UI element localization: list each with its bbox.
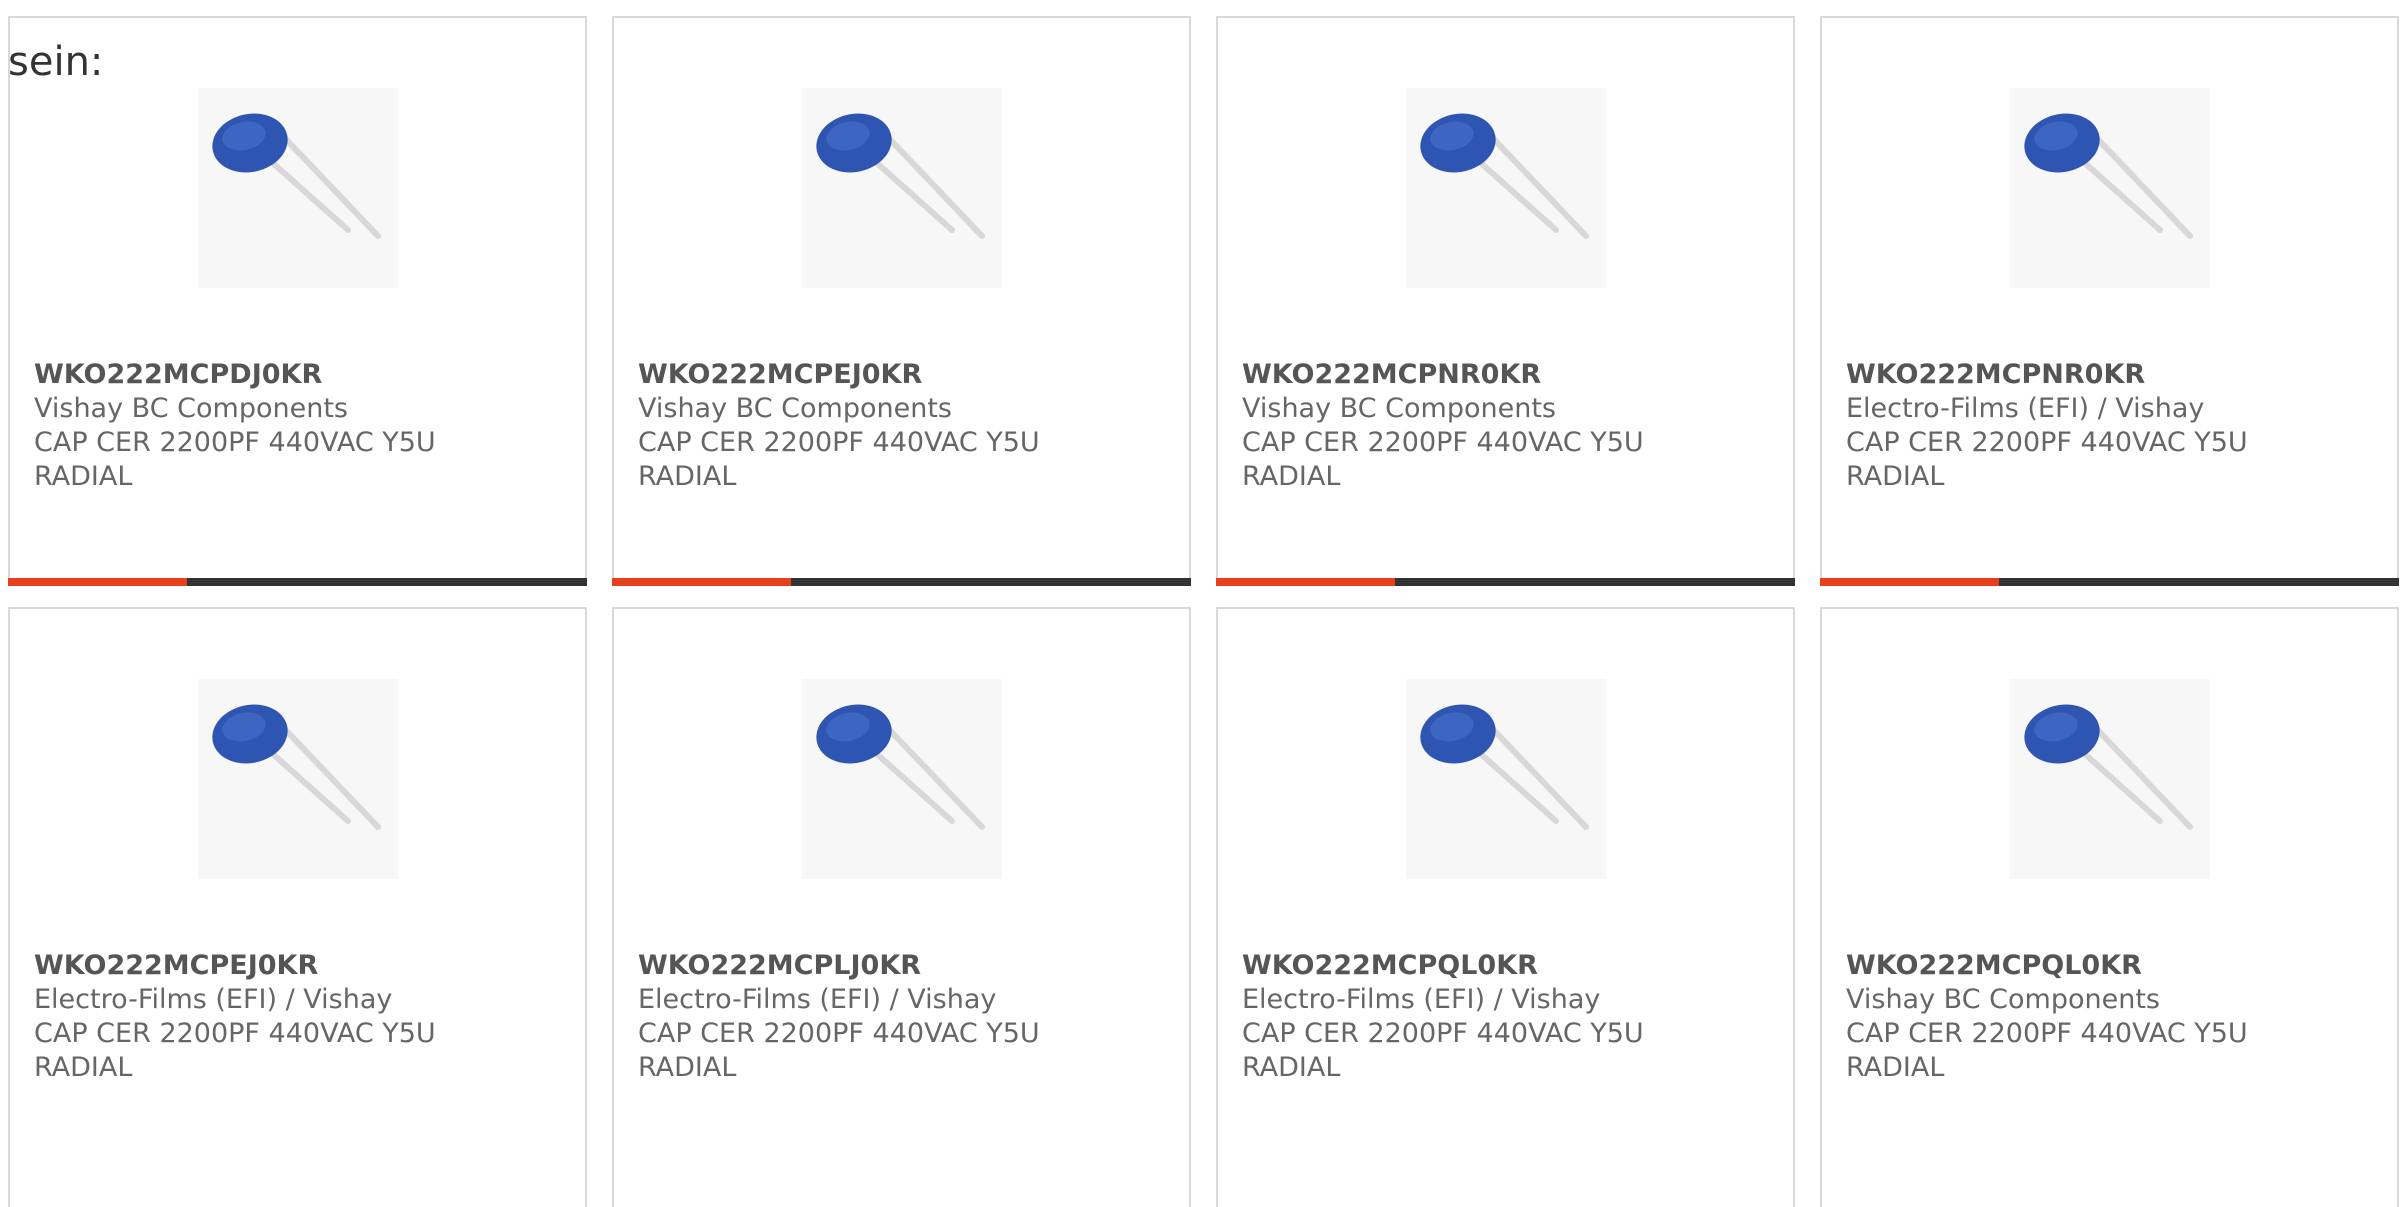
- manufacturer: Electro-Films (EFI) / Vishay: [638, 984, 997, 1015]
- product-image[interactable]: [1406, 679, 1606, 879]
- product-info: WKO222MCPEJ0KR Electro-Films (EFI) / Vis…: [34, 949, 565, 1085]
- product-card[interactable]: WKO222MCPLJ0KR Electro-Films (EFI) / Vis…: [612, 607, 1191, 1207]
- manufacturer: Electro-Films (EFI) / Vishay: [1242, 984, 1601, 1015]
- product-info: WKO222MCPEJ0KR Vishay BC Components CAP …: [638, 358, 1169, 494]
- progress-fill: [1216, 578, 1396, 586]
- radial-capacitor-icon: [1420, 704, 1589, 830]
- description-package: RADIAL: [1242, 461, 1341, 492]
- product-card[interactable]: WKO222MCPNR0KR Electro-Films (EFI) / Vis…: [1820, 16, 2399, 586]
- product-card[interactable]: WKO222MCPEJ0KR Vishay BC Components CAP …: [612, 16, 1191, 586]
- description: CAP CER 2200PF 440VAC Y5U: [638, 1018, 1040, 1049]
- part-number[interactable]: WKO222MCPDJ0KR: [34, 358, 565, 392]
- progress-bar: [1216, 578, 1795, 586]
- product-image[interactable]: [1406, 88, 1606, 288]
- product-grid: WKO222MCPDJ0KR Vishay BC Components CAP …: [8, 16, 2400, 1207]
- progress-fill: [612, 578, 792, 586]
- intro-text: sein:: [8, 39, 104, 85]
- description: CAP CER 2200PF 440VAC Y5U: [1846, 427, 2248, 458]
- manufacturer: Vishay BC Components: [638, 393, 952, 424]
- description-package: RADIAL: [1242, 1052, 1341, 1083]
- product-image[interactable]: [2010, 679, 2210, 879]
- product-info: WKO222MCPNR0KR Vishay BC Components CAP …: [1242, 358, 1773, 494]
- manufacturer: Electro-Films (EFI) / Vishay: [34, 984, 393, 1015]
- radial-capacitor-icon: [212, 704, 381, 830]
- part-number[interactable]: WKO222MCPQL0KR: [1846, 949, 2377, 983]
- radial-capacitor-icon: [816, 704, 985, 830]
- progress-fill: [8, 578, 188, 586]
- progress-bar: [612, 578, 1191, 586]
- product-image[interactable]: [198, 88, 398, 288]
- manufacturer: Electro-Films (EFI) / Vishay: [1846, 393, 2205, 424]
- product-info: WKO222MCPDJ0KR Vishay BC Components CAP …: [34, 358, 565, 494]
- part-number[interactable]: WKO222MCPNR0KR: [1242, 358, 1773, 392]
- manufacturer: Vishay BC Components: [1846, 984, 2160, 1015]
- description: CAP CER 2200PF 440VAC Y5U: [1242, 427, 1644, 458]
- radial-capacitor-icon: [2024, 704, 2193, 830]
- progress-bar: [1820, 578, 2399, 586]
- description-package: RADIAL: [1846, 1052, 1945, 1083]
- description: CAP CER 2200PF 440VAC Y5U: [638, 427, 1040, 458]
- product-card[interactable]: WKO222MCPDJ0KR Vishay BC Components CAP …: [8, 16, 587, 586]
- description-package: RADIAL: [34, 461, 133, 492]
- product-info: WKO222MCPLJ0KR Electro-Films (EFI) / Vis…: [638, 949, 1169, 1085]
- product-card[interactable]: WKO222MCPNR0KR Vishay BC Components CAP …: [1216, 16, 1795, 586]
- part-number[interactable]: WKO222MCPQL0KR: [1242, 949, 1773, 983]
- radial-capacitor-icon: [816, 113, 985, 239]
- description: CAP CER 2200PF 440VAC Y5U: [1846, 1018, 2248, 1049]
- part-number[interactable]: WKO222MCPEJ0KR: [34, 949, 565, 983]
- product-info: WKO222MCPNR0KR Electro-Films (EFI) / Vis…: [1846, 358, 2377, 494]
- product-card[interactable]: WKO222MCPQL0KR Vishay BC Components CAP …: [1820, 607, 2399, 1207]
- radial-capacitor-icon: [2024, 113, 2193, 239]
- part-number[interactable]: WKO222MCPEJ0KR: [638, 358, 1169, 392]
- progress-fill: [1820, 578, 2000, 586]
- progress-bar: [8, 578, 587, 586]
- manufacturer: Vishay BC Components: [1242, 393, 1556, 424]
- product-image[interactable]: [2010, 88, 2210, 288]
- product-image[interactable]: [802, 679, 1002, 879]
- description: CAP CER 2200PF 440VAC Y5U: [1242, 1018, 1644, 1049]
- description: CAP CER 2200PF 440VAC Y5U: [34, 427, 436, 458]
- description-package: RADIAL: [638, 1052, 737, 1083]
- part-number[interactable]: WKO222MCPLJ0KR: [638, 949, 1169, 983]
- part-number[interactable]: WKO222MCPNR0KR: [1846, 358, 2377, 392]
- manufacturer: Vishay BC Components: [34, 393, 348, 424]
- product-card[interactable]: WKO222MCPEJ0KR Electro-Films (EFI) / Vis…: [8, 607, 587, 1207]
- product-image[interactable]: [802, 88, 1002, 288]
- product-info: WKO222MCPQL0KR Electro-Films (EFI) / Vis…: [1242, 949, 1773, 1085]
- radial-capacitor-icon: [1420, 113, 1589, 239]
- product-card[interactable]: WKO222MCPQL0KR Electro-Films (EFI) / Vis…: [1216, 607, 1795, 1207]
- description-package: RADIAL: [638, 461, 737, 492]
- description-package: RADIAL: [1846, 461, 1945, 492]
- radial-capacitor-icon: [212, 113, 381, 239]
- product-image[interactable]: [198, 679, 398, 879]
- product-info: WKO222MCPQL0KR Vishay BC Components CAP …: [1846, 949, 2377, 1085]
- description-package: RADIAL: [34, 1052, 133, 1083]
- description: CAP CER 2200PF 440VAC Y5U: [34, 1018, 436, 1049]
